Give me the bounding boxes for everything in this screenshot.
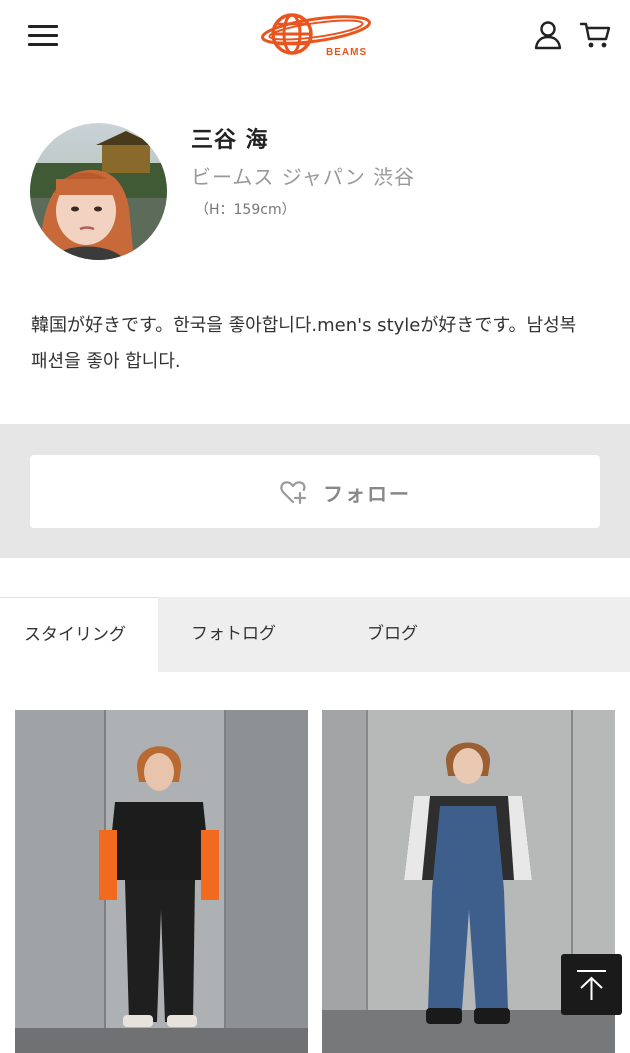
avatar bbox=[30, 123, 167, 260]
site-header: BEAMS bbox=[0, 0, 630, 72]
heart-plus-icon bbox=[279, 479, 307, 505]
arrow-to-top-icon bbox=[577, 970, 606, 1000]
user-icon[interactable] bbox=[533, 20, 563, 50]
follow-label: フォロー bbox=[323, 482, 411, 506]
beams-logo[interactable]: BEAMS bbox=[258, 10, 374, 62]
tab-blog[interactable]: ブログ bbox=[318, 597, 478, 672]
hamburger-menu-icon[interactable] bbox=[28, 24, 58, 48]
cart-icon[interactable] bbox=[579, 20, 611, 50]
logo-wordmark: BEAMS bbox=[326, 47, 368, 58]
tab-styling[interactable]: スタイリング bbox=[0, 597, 158, 672]
content-tabs: スタイリング フォトログ ブログ bbox=[0, 597, 630, 672]
staff-height: （H：159cm） bbox=[195, 202, 296, 218]
styling-photo[interactable] bbox=[15, 710, 308, 1053]
staff-bio: 韓国が好きです。한국을 좋아합니다.men's styleが好きです。남성복 패… bbox=[31, 315, 577, 372]
back-to-top-button[interactable] bbox=[561, 954, 622, 1015]
staff-profile: 三谷 海 ビームス ジャパン 渋谷 （H：159cm） 韓国が好きです。한국을 … bbox=[0, 72, 630, 424]
follow-section: フォロー bbox=[0, 424, 630, 558]
follow-button[interactable]: フォロー bbox=[30, 455, 600, 528]
tab-photolog[interactable]: フォトログ bbox=[158, 597, 318, 672]
shop-name[interactable]: ビームス ジャパン 渋谷 bbox=[191, 161, 415, 190]
staff-name: 三谷 海 bbox=[191, 128, 269, 153]
